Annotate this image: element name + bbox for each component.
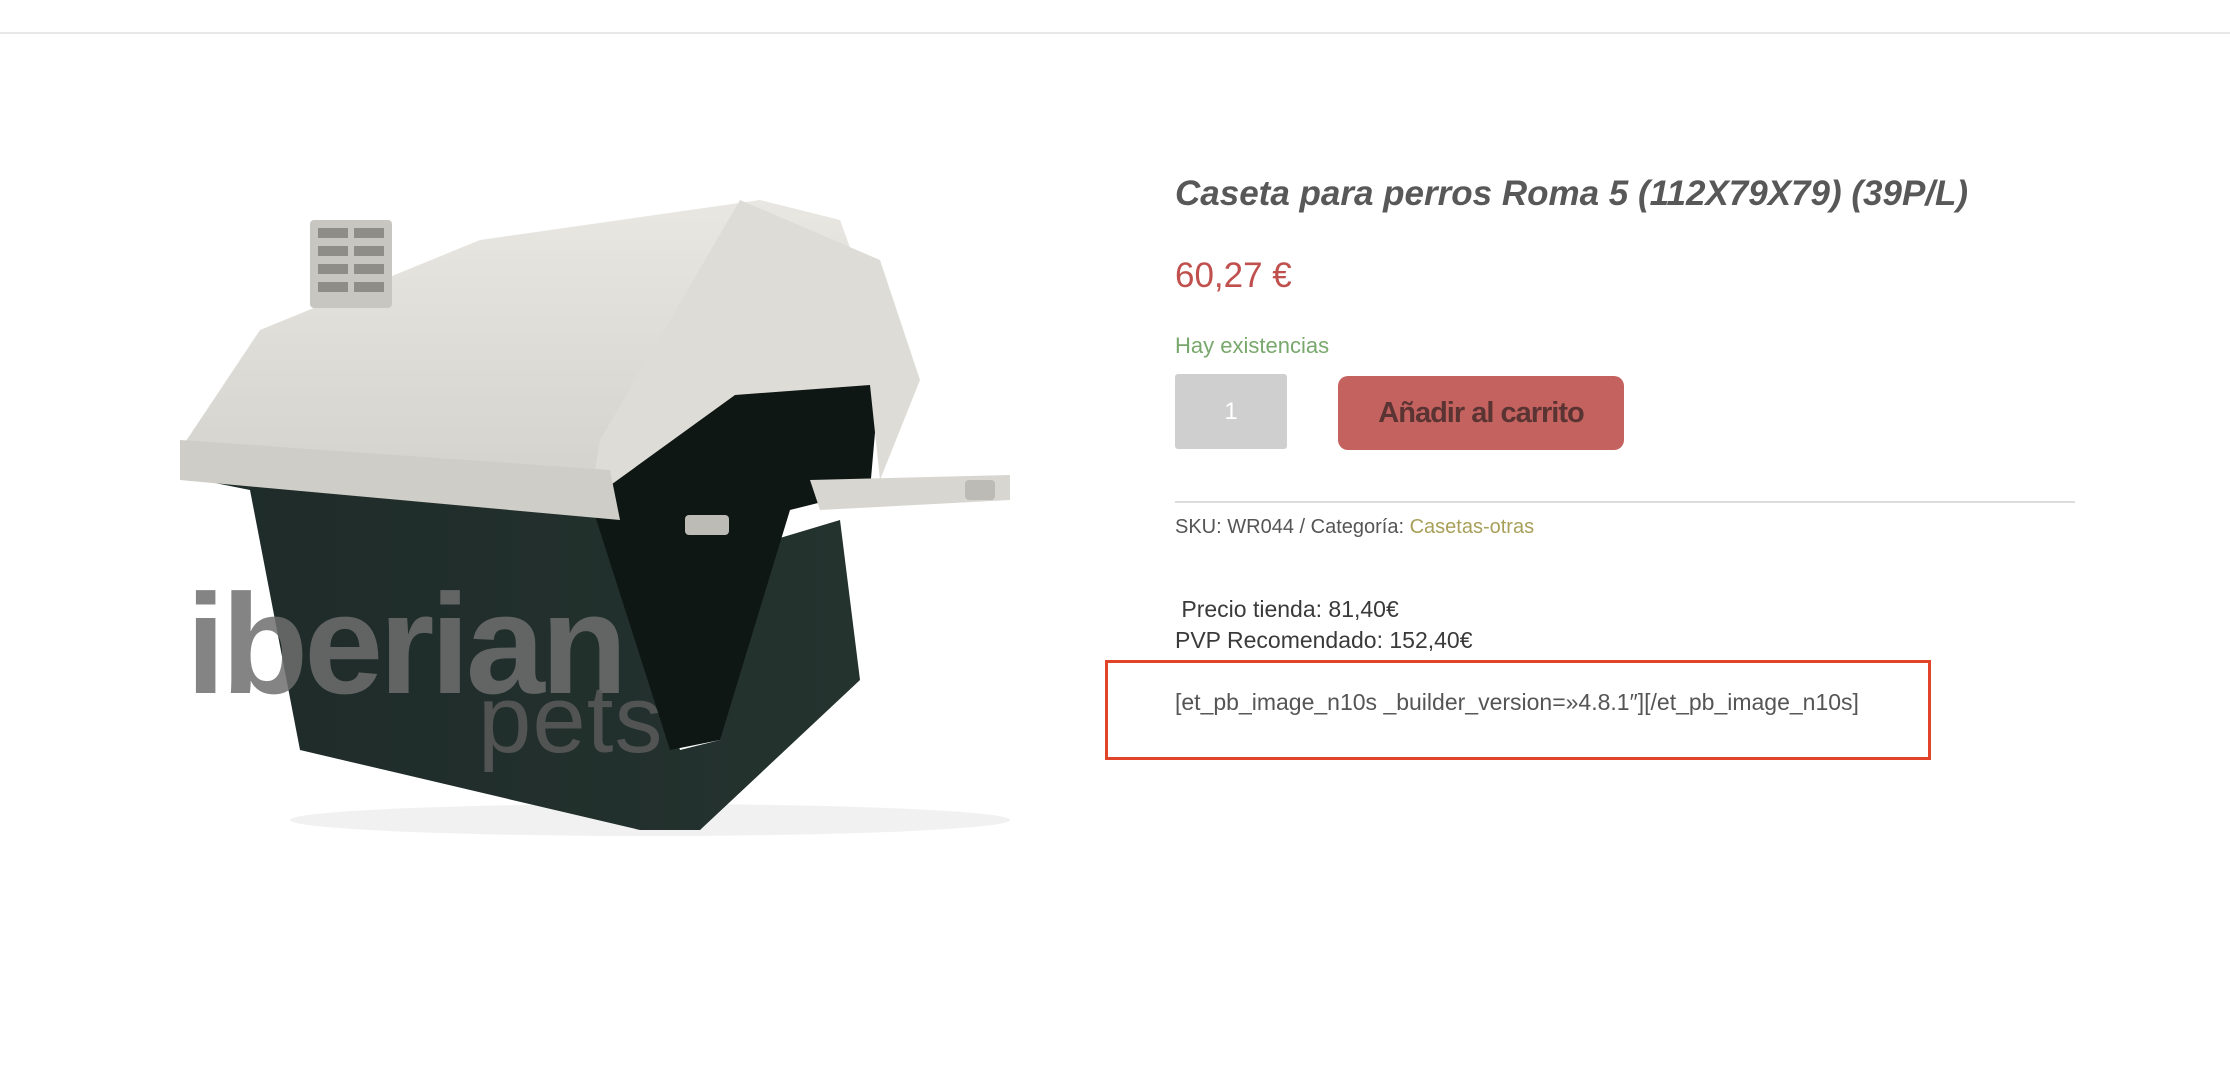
header-divider — [0, 32, 2230, 34]
sku-value: WR044 — [1227, 516, 1294, 538]
product-meta: SKU: WR044 / Categoría: Casetas-otras — [1175, 516, 1534, 539]
quantity-input[interactable] — [1175, 374, 1287, 449]
meta-separator: / — [1299, 516, 1306, 538]
product-title: Caseta para perros Roma 5 (112X79X79) (3… — [1175, 174, 1969, 213]
category-label: Categoría: — [1310, 516, 1405, 538]
category-link[interactable]: Casetas-otras — [1410, 516, 1535, 538]
product-price: 60,27 € — [1175, 256, 1292, 295]
stock-status: Hay existencias — [1175, 333, 1330, 358]
recommended-price: PVP Recomendado: 152,40€ — [1175, 627, 1473, 653]
store-price: Precio tienda: 81,40€ — [1175, 596, 1399, 622]
sku-label: SKU: — [1175, 516, 1222, 538]
add-to-cart-button[interactable]: Añadir al carrito — [1338, 376, 1624, 450]
watermark-brand-subtitle: pets — [478, 666, 664, 773]
meta-divider — [1175, 501, 2075, 503]
shortcode-text: [et_pb_image_n10s _builder_version=»4.8.… — [1175, 689, 1859, 715]
